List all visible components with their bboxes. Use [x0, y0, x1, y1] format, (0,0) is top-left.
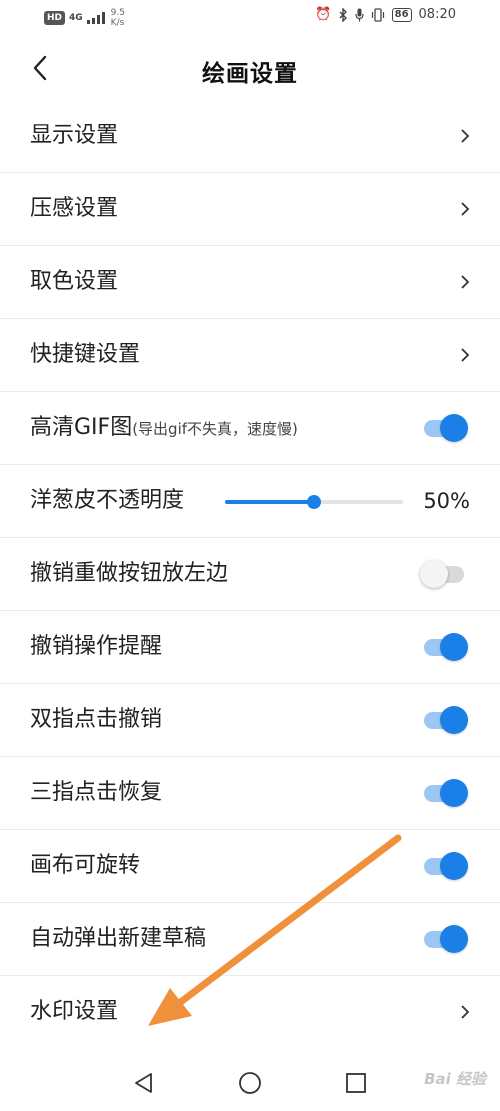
signal-icon [86, 12, 105, 24]
setting-display[interactable]: 显示设置 [0, 100, 500, 173]
net-speed: 9.5 K/s [110, 8, 125, 28]
toggle-knob [440, 706, 468, 734]
nav-recents-button[interactable] [341, 1068, 371, 1098]
slider-fill [225, 500, 314, 504]
setting-label: 取色设置 [30, 269, 119, 294]
setting-label: 双指点击撤销 [30, 707, 163, 732]
hd-gif-note: (导出gif不失真，速度慢) [132, 420, 298, 438]
setting-auto-draft: 自动弹出新建草稿 [0, 903, 500, 976]
setting-pressure[interactable]: 压感设置 [0, 173, 500, 246]
page-title: 绘画设置 [202, 61, 298, 87]
status-bar: HD 4G 9.5 K/s ⏰ 86 08:20 [0, 0, 500, 36]
hd-gif-label: 高清GIF图 [30, 415, 133, 440]
canvas-rotate-toggle[interactable] [420, 852, 468, 880]
setting-label: 显示设置 [30, 123, 119, 148]
setting-label: 高清GIF图(导出gif不失真，速度慢) [30, 392, 298, 464]
toggle-knob [420, 560, 448, 588]
undo-remind-toggle[interactable] [420, 633, 468, 661]
battery-icon: 86 [391, 7, 412, 22]
three-finger-toggle[interactable] [420, 779, 468, 807]
auto-draft-toggle[interactable] [420, 925, 468, 953]
navigation-bar: Bai 经验 [0, 1052, 500, 1111]
site-watermark: Bai 经验 [424, 1070, 486, 1088]
alarm-icon: ⏰ [315, 7, 332, 22]
setting-label: 水印设置 [30, 999, 119, 1024]
square-recents-icon [346, 1073, 366, 1093]
hd-gif-toggle[interactable] [420, 414, 468, 442]
chevron-right-icon [461, 129, 470, 143]
setting-onion-opacity: 洋葱皮不透明度 50% [0, 465, 500, 538]
chevron-right-icon [461, 348, 470, 362]
toggle-knob [440, 779, 468, 807]
toggle-knob [440, 414, 468, 442]
setting-canvas-rotate: 画布可旋转 [0, 830, 500, 903]
setting-label: 撤销重做按钮放左边 [30, 561, 229, 586]
onion-opacity-value: 50% [423, 489, 470, 513]
triangle-back-icon [135, 1073, 152, 1093]
nav-back-button[interactable] [129, 1068, 159, 1098]
setting-undo-remind: 撤销操作提醒 [0, 611, 500, 684]
setting-label: 三指点击恢复 [30, 780, 163, 805]
microphone-icon [355, 8, 364, 21]
nav-home-button[interactable] [235, 1068, 265, 1098]
two-finger-toggle[interactable] [420, 706, 468, 734]
setting-hd-gif: 高清GIF图(导出gif不失真，速度慢) [0, 392, 500, 465]
onion-opacity-slider[interactable] [225, 495, 403, 509]
setting-label: 压感设置 [30, 196, 119, 221]
clock: 08:20 [418, 7, 456, 22]
status-right: ⏰ 86 08:20 [315, 7, 456, 22]
toggle-knob [440, 925, 468, 953]
settings-list: 显示设置 压感设置 取色设置 快捷键设置 高清GIF图(导出gif不失真，速度慢… [0, 100, 500, 1049]
setting-watermark[interactable]: 水印设置 [0, 976, 500, 1049]
network-type: 4G [69, 13, 83, 23]
toggle-knob [440, 633, 468, 661]
toggle-knob [440, 852, 468, 880]
vibrate-icon [371, 7, 384, 22]
setting-label: 画布可旋转 [30, 853, 141, 878]
setting-shortcut[interactable]: 快捷键设置 [0, 319, 500, 392]
chevron-right-icon [461, 275, 470, 289]
setting-label: 快捷键设置 [30, 342, 141, 367]
status-left: HD 4G 9.5 K/s [44, 8, 125, 28]
setting-label: 洋葱皮不透明度 [30, 488, 185, 513]
slider-thumb[interactable] [307, 495, 321, 509]
setting-label: 撤销操作提醒 [30, 634, 163, 659]
setting-three-finger-redo: 三指点击恢复 [0, 757, 500, 830]
hd-badge: HD [44, 11, 66, 25]
undo-left-toggle[interactable] [420, 560, 468, 588]
setting-color-pick[interactable]: 取色设置 [0, 246, 500, 319]
bluetooth-icon [339, 7, 347, 22]
chevron-right-icon [461, 202, 470, 216]
title-bar: 绘画设置 [0, 36, 500, 100]
circle-home-icon [239, 1072, 261, 1094]
setting-two-finger-undo: 双指点击撤销 [0, 684, 500, 757]
setting-undo-left: 撤销重做按钮放左边 [0, 538, 500, 611]
chevron-right-icon [461, 1005, 470, 1019]
setting-label: 自动弹出新建草稿 [30, 926, 207, 951]
